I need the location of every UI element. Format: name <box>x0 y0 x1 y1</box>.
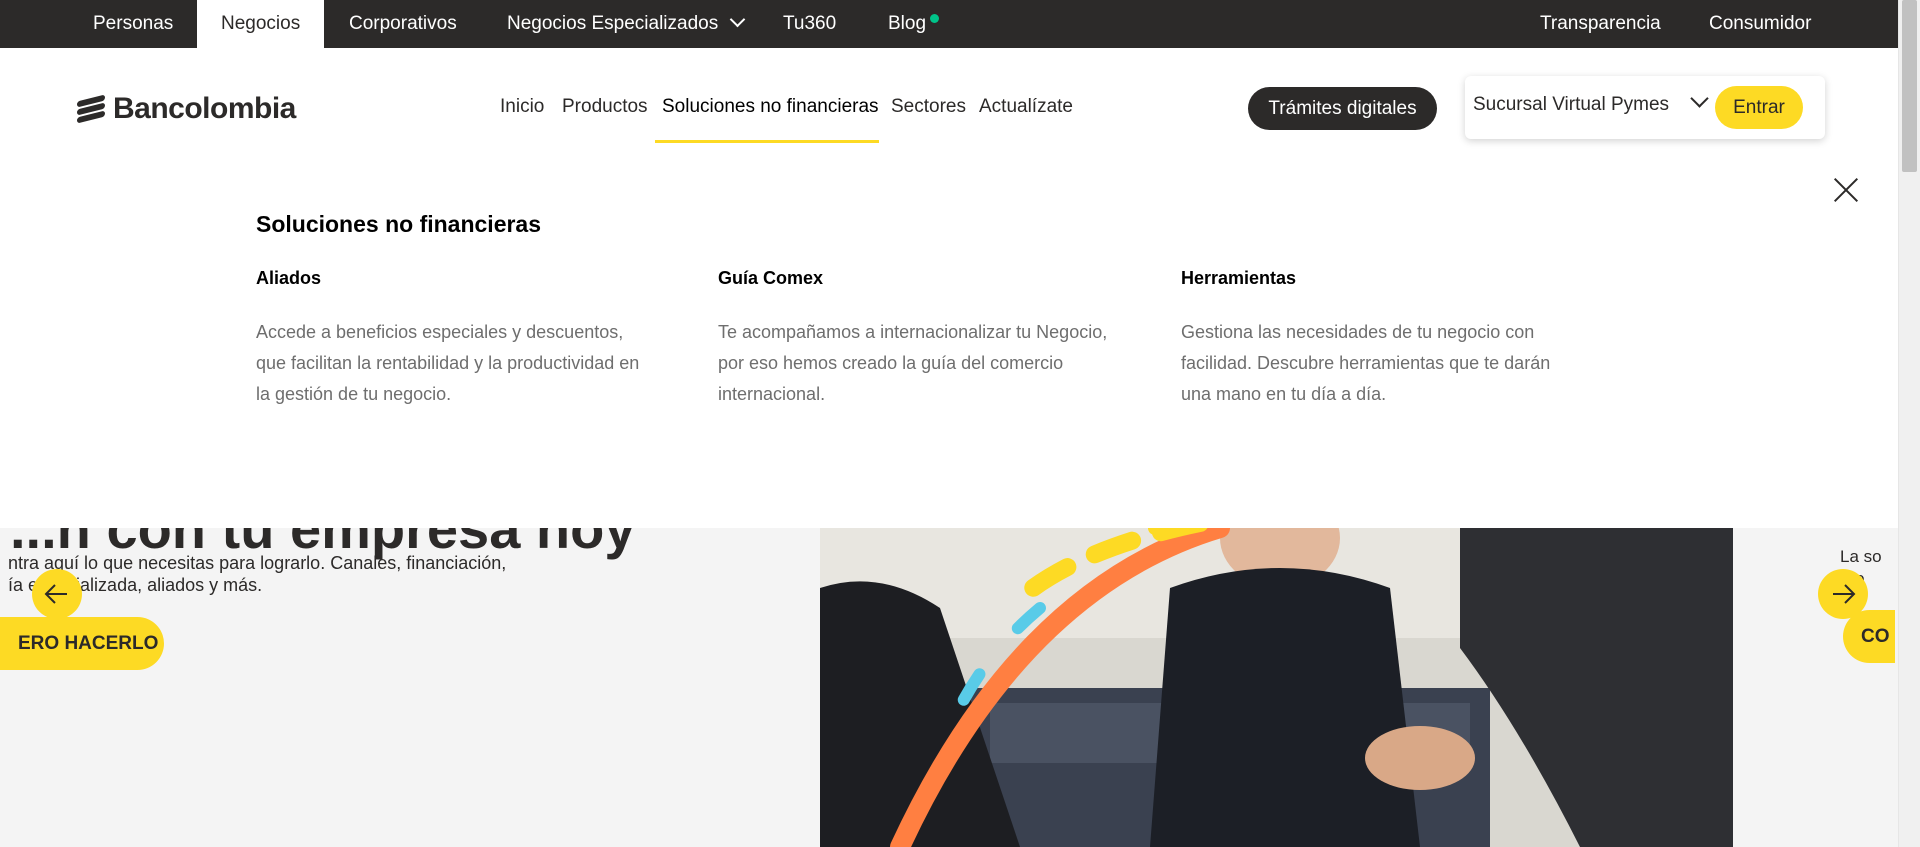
arrow-left-icon <box>44 584 67 604</box>
hero-image <box>820 528 1733 847</box>
login-box: Sucursal Virtual Pymes Entrar <box>1465 76 1825 139</box>
menu-description: Gestiona las necesidades de tu negocio c… <box>1181 322 1551 404</box>
scrollbar-thumb[interactable] <box>1902 0 1917 172</box>
bancolombia-logo[interactable]: Bancolombia <box>77 92 296 126</box>
close-icon[interactable] <box>1832 176 1860 204</box>
menu-link-herramientas[interactable]: Herramientas <box>1181 268 1581 289</box>
top-tab-blog[interactable]: Blog <box>864 0 950 48</box>
top-bar: Personas Negocios Corporativos Negocios … <box>0 0 1898 48</box>
entrar-button[interactable]: Entrar <box>1715 86 1803 129</box>
right-cta-label: CO <box>1861 626 1890 647</box>
top-tab-label: Corporativos <box>349 13 457 34</box>
logo-text: Bancolombia <box>113 92 296 125</box>
sucursal-select[interactable]: Sucursal Virtual Pymes <box>1473 89 1709 116</box>
handshake-photo-illustration <box>820 528 1733 847</box>
right-teaser-line: La so <box>1840 547 1882 566</box>
nav-soluciones-no-financieras[interactable]: Soluciones no financieras <box>662 96 879 118</box>
menu-link-aliados[interactable]: Aliados <box>256 268 656 289</box>
top-tab-label: Tu360 <box>783 13 837 34</box>
top-tab-corporativos[interactable]: Corporativos <box>325 0 481 48</box>
top-tab-tu360[interactable]: Tu360 <box>759 0 860 48</box>
carousel-next-button[interactable] <box>1818 569 1868 619</box>
blog-notification-dot <box>930 14 939 23</box>
menu-column-herramientas: Herramientas Gestiona las necesidades de… <box>1181 268 1581 410</box>
bancolombia-mark-icon <box>77 94 107 124</box>
vertical-scrollbar[interactable] <box>1898 0 1920 847</box>
top-tab-personas[interactable]: Personas <box>69 0 197 48</box>
top-tab-negocios-especializados[interactable]: Negocios Especializados <box>483 0 767 48</box>
active-nav-underline <box>655 140 879 143</box>
nav-sectores[interactable]: Sectores <box>891 96 966 118</box>
chevron-down-icon <box>729 11 746 28</box>
scroll-down-arrow-icon[interactable] <box>1899 830 1920 847</box>
menu-description: Te acompañamos a internacionalizar tu Ne… <box>718 322 1108 404</box>
nav-actualizate[interactable]: Actualízate <box>979 96 1073 118</box>
menu-column-aliados: Aliados Accede a beneficios especiales y… <box>256 268 656 410</box>
menu-description: Accede a beneficios especiales y descuen… <box>256 322 640 404</box>
arrow-right-icon <box>1833 584 1856 604</box>
sucursal-select-value: Sucursal Virtual Pymes <box>1473 94 1670 115</box>
top-tab-label: Personas <box>93 13 174 34</box>
top-link-label: Consumidor <box>1709 13 1812 34</box>
right-cta-button[interactable]: CO <box>1843 610 1895 663</box>
hero-description: ntra aquí lo que necesitas para lograrlo… <box>8 553 507 595</box>
hero-cta-button[interactable]: ERO HACERLO <box>0 617 164 670</box>
top-tab-negocios[interactable]: Negocios <box>197 0 325 48</box>
mega-menu-title: Soluciones no financieras <box>256 211 542 237</box>
top-tab-label: Blog <box>888 13 927 34</box>
carousel-prev-button[interactable] <box>32 569 82 619</box>
menu-column-guia-comex: Guía Comex Te acompañamos a internaciona… <box>718 268 1118 410</box>
top-link-transparencia[interactable]: Transparencia <box>1516 0 1685 48</box>
nav-productos[interactable]: Productos <box>562 96 648 118</box>
top-tab-label: Negocios Especializados <box>507 13 719 34</box>
hero-cta-label: ERO HACERLO <box>18 633 159 654</box>
top-link-label: Transparencia <box>1540 13 1661 34</box>
tramites-digitales-button[interactable]: Trámites digitales <box>1248 87 1437 130</box>
menu-link-guia-comex[interactable]: Guía Comex <box>718 268 1118 289</box>
nav-inicio[interactable]: Inicio <box>500 96 544 118</box>
chevron-down-icon <box>1690 89 1709 108</box>
top-link-consumidor[interactable]: Consumidor <box>1685 0 1835 48</box>
top-tab-label: Negocios <box>221 13 301 34</box>
